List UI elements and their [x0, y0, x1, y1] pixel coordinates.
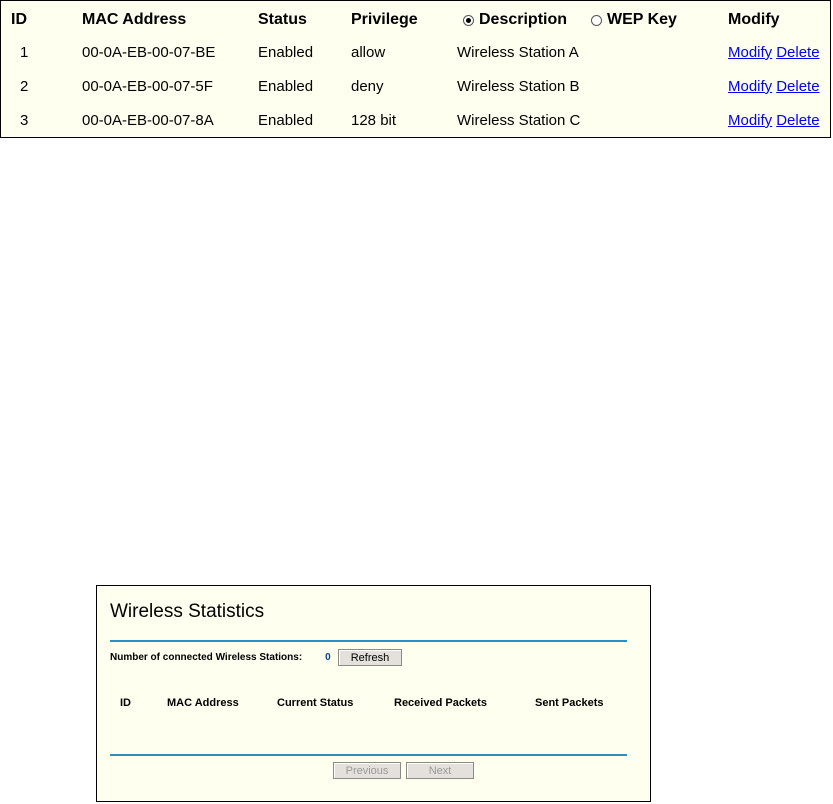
connected-stations-line: Number of connected Wireless Stations: 0…: [110, 649, 403, 666]
header-id: ID: [120, 697, 131, 709]
description-radio-option[interactable]: Description: [463, 11, 567, 29]
previous-button[interactable]: Previous: [333, 762, 401, 779]
wep-key-radio-option[interactable]: WEP Key: [591, 11, 677, 29]
row-privilege: 128 bit: [351, 112, 397, 129]
next-button[interactable]: Next: [406, 762, 474, 779]
header-sent-packets: Sent Packets: [535, 697, 604, 709]
header-current-status: Current Status: [277, 697, 354, 709]
header-mac-address: MAC Address: [82, 11, 187, 28]
row-mac: 00-0A-EB-00-07-8A: [82, 112, 214, 129]
header-received-packets: Received Packets: [394, 697, 487, 709]
delete-link[interactable]: Delete: [776, 44, 819, 61]
mac-filter-table: ID MAC Address Status Privilege Descript…: [0, 0, 831, 138]
header-mac-address: MAC Address: [167, 697, 239, 709]
pagination: Previous Next: [333, 762, 474, 779]
wep-key-radio-label: WEP Key: [607, 11, 677, 28]
refresh-button[interactable]: Refresh: [337, 649, 403, 666]
connected-stations-count: 0: [325, 652, 331, 663]
row-status: Enabled: [258, 112, 314, 129]
header-privilege: Privilege: [351, 11, 418, 28]
header-id: ID: [11, 11, 27, 28]
row-id: 2: [20, 78, 29, 95]
row-privilege: allow: [351, 44, 386, 61]
description-radio-label: Description: [479, 11, 568, 28]
modify-link[interactable]: Modify: [728, 44, 772, 61]
row-id: 1: [20, 44, 29, 61]
connected-stations-label: Number of connected Wireless Stations:: [110, 652, 303, 663]
modify-link[interactable]: Modify: [728, 112, 772, 129]
row-privilege: deny: [351, 78, 384, 95]
delete-link[interactable]: Delete: [776, 78, 819, 95]
header-modify: Modify: [728, 11, 780, 28]
row-mac: 00-0A-EB-00-07-BE: [82, 44, 216, 61]
page-title: Wireless Statistics: [110, 601, 265, 622]
row-id: 3: [20, 112, 29, 129]
header-status: Status: [258, 11, 307, 28]
radio-unchecked-icon[interactable]: [591, 14, 602, 26]
row-status: Enabled: [258, 78, 314, 95]
delete-link[interactable]: Delete: [776, 112, 819, 129]
row-status: Enabled: [258, 44, 314, 61]
divider: [110, 754, 627, 756]
wireless-statistics-panel: Wireless Statistics Number of connected …: [96, 585, 651, 802]
radio-checked-icon[interactable]: [463, 14, 474, 26]
row-description: Wireless Station C: [457, 112, 581, 129]
row-description: Wireless Station A: [457, 44, 579, 61]
row-mac: 00-0A-EB-00-07-5F: [82, 78, 213, 95]
row-description: Wireless Station B: [457, 78, 580, 95]
modify-link[interactable]: Modify: [728, 78, 772, 95]
divider: [110, 640, 627, 642]
